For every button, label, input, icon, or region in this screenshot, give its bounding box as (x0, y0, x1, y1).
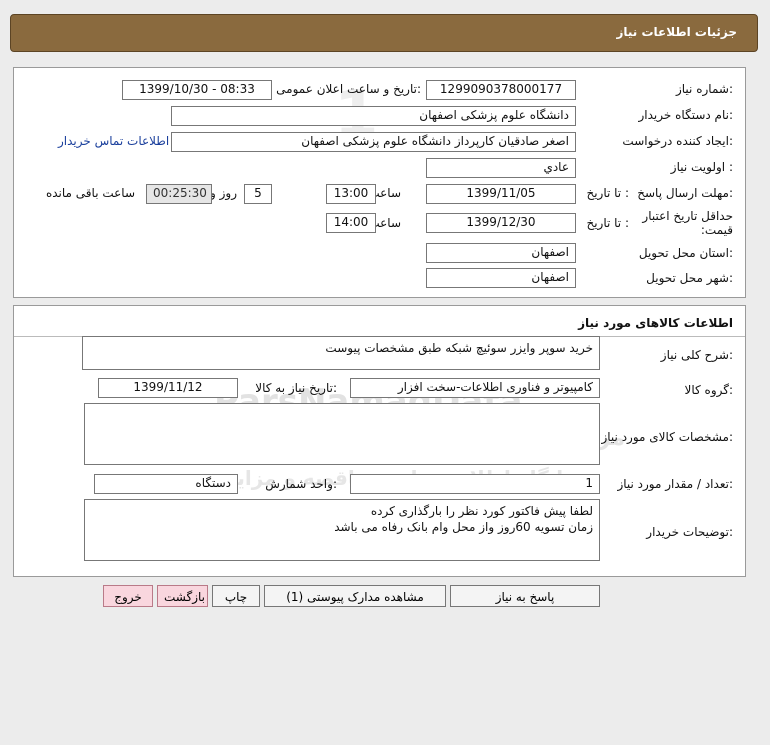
price-to-date-label: تا تاریخ : (586, 216, 629, 230)
goods-group-field: کامپیوتر و فناوری اطلاعات-سخت افزار (350, 378, 600, 398)
buyer-contact-link[interactable]: اطلاعات تماس خریدار (58, 134, 169, 148)
city-label: شهر محل تحویل: (646, 271, 733, 285)
need-date-field: 1399/11/12 (98, 378, 238, 398)
quantity-label: تعداد / مقدار مورد نیاز: (617, 477, 733, 491)
remaining-time-field: 00:25:30 (146, 184, 212, 204)
days-label: روز و (210, 186, 237, 200)
goods-panel: ParsNamadData مرکز فرآوری اطلاعات پارس ن… (13, 305, 746, 577)
reply-button[interactable]: پاسخ به نیاز (450, 585, 600, 607)
need-number-field: 1299090378000177 (426, 80, 576, 100)
announce-date-label: تاریخ و ساعت اعلان عمومی: (276, 82, 421, 96)
buyer-notes-field: لطفا پیش فاکتور کورد نظر را بارگذاری کرد… (84, 499, 600, 561)
need-details-panel: 1 شماره نیاز: 1299090378000177 تاریخ و س… (13, 67, 746, 298)
requester-field: اصغر صادقیان کارپرداز دانشگاه علوم پزشکی… (171, 132, 576, 152)
page-title: جزئیات اطلاعات نیاز (616, 25, 737, 39)
deadline-label: مهلت ارسال پاسخ: (637, 186, 733, 200)
quantity-field: 1 (350, 474, 600, 494)
buyer-notes-label: توضیحات خریدار: (646, 525, 733, 539)
price-validity-time-field: 14:00 (326, 213, 376, 233)
specs-label: مشخصات کالای مورد نیاز: (601, 430, 733, 444)
unit-field: دستگاه (94, 474, 238, 494)
buyer-org-label: نام دستگاه خریدار: (638, 108, 734, 122)
buyer-notes-line-1: لطفا پیش فاکتور کورد نظر را بارگذاری کرد… (370, 504, 593, 518)
back-button[interactable]: بازگشت (157, 585, 208, 607)
buyer-notes-line-2: زمان تسویه 60روز واز محل وام بانک رفاه م… (334, 520, 593, 534)
exit-button[interactable]: خروج (103, 585, 153, 607)
unit-label: واحد شمارش: (265, 477, 337, 491)
goods-section-title: اطلاعات کالاهای مورد نیاز (578, 316, 733, 330)
need-number-label: شماره نیاز: (675, 82, 733, 96)
remaining-time-label: ساعت باقی مانده (45, 186, 135, 200)
specs-field (84, 403, 600, 465)
price-validity-date-field: 1399/12/30 (426, 213, 576, 233)
deadline-time-field: 13:00 (326, 184, 376, 204)
priority-field: عادي (426, 158, 576, 178)
price-validity-label: حداقل تاریخ اعتبار قیمت: (642, 209, 733, 237)
city-field: اصفهان (426, 268, 576, 288)
priority-label: اولویت نیاز : (670, 160, 733, 174)
description-field: خرید سوپر وایزر سوئیچ شبکه طبق مشخصات پی… (82, 336, 600, 370)
announce-date-field: 1399/10/30 - 08:33 (122, 80, 272, 100)
buyer-org-field: دانشگاه علوم پزشکی اصفهان (171, 106, 576, 126)
province-field: اصفهان (426, 243, 576, 263)
need-date-label: تاریخ نیاز به کالا: (255, 381, 337, 395)
deadline-date-field: 1399/11/05 (426, 184, 576, 204)
print-button[interactable]: چاپ (212, 585, 260, 607)
page-header: جزئیات اطلاعات نیاز (10, 14, 758, 52)
requester-label: ایجاد کننده درخواست: (622, 134, 733, 148)
province-label: استان محل تحویل: (638, 246, 733, 260)
days-remaining-field: 5 (244, 184, 272, 204)
deadline-to-date-label: تا تاریخ : (586, 186, 629, 200)
view-attachments-button[interactable]: مشاهده مدارک پیوستی (1) (264, 585, 446, 607)
description-label: شرح کلی نیاز: (660, 348, 733, 362)
goods-group-label: گروه کالا: (684, 383, 734, 397)
